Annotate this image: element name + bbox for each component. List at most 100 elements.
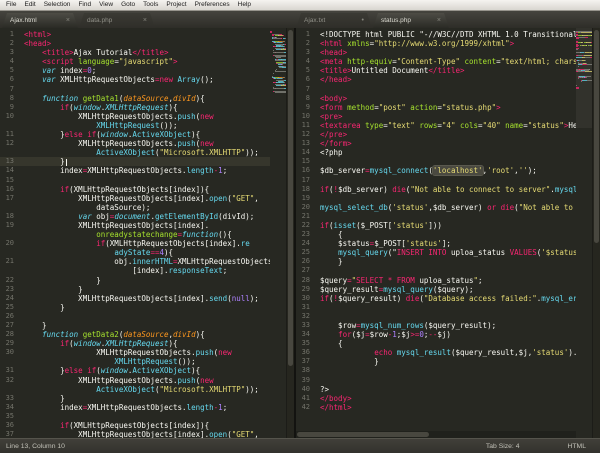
code-line[interactable]: 5<title>Untitled Document</title>	[296, 66, 600, 75]
code-line[interactable]: 31	[296, 303, 600, 312]
menu-item-selection[interactable]: Selection	[40, 0, 75, 10]
code-line[interactable]: 12</pre>	[296, 130, 600, 139]
menu-item-goto[interactable]: Goto	[117, 0, 139, 10]
code-line[interactable]: 7	[0, 85, 294, 94]
code-line[interactable]: 26	[0, 312, 294, 321]
code-line[interactable]: 8<body>	[296, 94, 600, 103]
tab-ajax-txt[interactable]: Ajax.txt•	[296, 13, 372, 28]
syntax-indicator[interactable]: HTML	[567, 443, 586, 450]
code-line[interactable]: 32 XMLHttpRequestObjects.push(new	[0, 376, 294, 385]
code-line[interactable]: 4<meta http-equiv="Content-Type" content…	[296, 57, 600, 66]
code-line[interactable]: 24 XMLHttpRequestObjects[index].send(nul…	[0, 294, 294, 303]
code-line[interactable]: 32	[296, 312, 600, 321]
code-line[interactable]: 14<?php	[296, 148, 600, 157]
code-line[interactable]: 18if(!$db_server) die("Not able to conne…	[296, 185, 600, 194]
code-line[interactable]: 2<html xmlns="http://www.w3.org/1999/xht…	[296, 39, 600, 48]
code-line[interactable]: 29$query_result=mysql_query($query);	[296, 285, 600, 294]
tab-status-php[interactable]: status.php×	[373, 13, 449, 28]
minimap-left[interactable]	[270, 28, 287, 438]
code-line[interactable]: 23 }	[0, 285, 294, 294]
code-line[interactable]: 21	[296, 212, 600, 221]
menu-item-file[interactable]: File	[2, 0, 20, 10]
code-line[interactable]: 6 var XMLHttpRequestObjects=new Array();	[0, 75, 294, 84]
code-line[interactable]: 10 XMLHttpRequestObjects.push(new	[0, 112, 294, 121]
code-line[interactable]: 37 }	[296, 357, 600, 366]
code-line[interactable]: 20mysql_select_db('status',$db_server) o…	[296, 203, 600, 212]
code-line[interactable]: 21 obj.innerHTML=XMLHttpRequestObjects	[0, 257, 294, 266]
code-line[interactable]: 27	[296, 266, 600, 275]
menu-item-edit[interactable]: Edit	[20, 0, 39, 10]
code-line[interactable]: 29 if(window.XMLHttpRequest){	[0, 339, 294, 348]
code-line[interactable]: 17	[296, 176, 600, 185]
code-line[interactable]: XMLHttpRequest());	[0, 121, 294, 130]
code-area-right[interactable]: 1<!DOCTYPE html PUBLIC "-//W3C//DTD XHTM…	[296, 28, 600, 438]
code-line[interactable]: 26 }	[296, 257, 600, 266]
code-line[interactable]: 14 index=XMLHttpRequestObjects.length-1;	[0, 166, 294, 175]
code-line[interactable]: 22if(isset($_POST['status']))	[296, 221, 600, 230]
code-line[interactable]: 9<form method="post" action="status.php"…	[296, 103, 600, 112]
code-line[interactable]: 30if(!$query_result) die("Database acces…	[296, 294, 600, 303]
minimap-right[interactable]	[576, 28, 593, 438]
tab-ajax-html[interactable]: Ajax.html×	[2, 13, 78, 28]
code-line[interactable]: 31 }else if(window.ActiveXObject){	[0, 366, 294, 375]
code-line[interactable]: 19 XMLHttpRequestObjects[index].	[0, 221, 294, 230]
code-line[interactable]: 23 {	[296, 230, 600, 239]
code-line[interactable]: ActiveXObject("Microsoft.XMLHTTP"));	[0, 385, 294, 394]
menu-item-find[interactable]: Find	[74, 0, 95, 10]
code-line[interactable]: 12 XMLHttpRequestObjects.push(new	[0, 139, 294, 148]
code-line[interactable]: 33 $row=mysql_num_rows($query_result);	[296, 321, 600, 330]
tab-data-php[interactable]: data.php×	[79, 13, 155, 28]
code-line[interactable]: 24 $status=$_POST['status'];	[296, 239, 600, 248]
code-line[interactable]: 22 }	[0, 276, 294, 285]
code-line[interactable]: 13 }	[0, 157, 294, 166]
code-line[interactable]: 13</form>	[296, 139, 600, 148]
tab-close-icon[interactable]: ×	[66, 17, 70, 24]
tab-close-icon[interactable]: ×	[143, 17, 147, 24]
code-line[interactable]: 30 XMLHttpRequestObjects.push(new	[0, 348, 294, 357]
code-line[interactable]: XMLHttpRequest());	[0, 357, 294, 366]
menu-item-preferences[interactable]: Preferences	[191, 0, 234, 10]
tab-close-icon[interactable]: ×	[437, 17, 441, 24]
code-line[interactable]: 6</head>	[296, 75, 600, 84]
code-line[interactable]: 42</html>	[296, 403, 600, 412]
code-line[interactable]: 18 var obj=document.getElementById(divId…	[0, 212, 294, 221]
code-line[interactable]: 2<head>	[0, 39, 294, 48]
tab-modified-icon[interactable]: •	[362, 17, 364, 24]
code-line[interactable]: 35	[0, 412, 294, 421]
code-line[interactable]: 36 if(XMLHttpRequestObjects[index]){	[0, 421, 294, 430]
code-line[interactable]: 11<textarea type="text" rows="4" cols="4…	[296, 121, 600, 130]
code-line[interactable]: ActiveXObject("Microsoft.XMLHTTP"));	[0, 148, 294, 157]
code-line[interactable]: 27 }	[0, 321, 294, 330]
code-line[interactable]: 1<!DOCTYPE html PUBLIC "-//W3C//DTD XHTM…	[296, 30, 600, 39]
code-line[interactable]: 38	[296, 366, 600, 375]
code-line[interactable]: 16$db_server=mysql_connect('localhost','…	[296, 166, 600, 175]
menu-item-project[interactable]: Project	[162, 0, 190, 10]
code-line[interactable]: 3 <title>Ajax Tutorial</title>	[0, 48, 294, 57]
code-line[interactable]: 39	[296, 376, 600, 385]
code-line[interactable]: 10<pre>	[296, 112, 600, 121]
code-line[interactable]: dataSource);	[0, 203, 294, 212]
menu-item-tools[interactable]: Tools	[139, 0, 162, 10]
code-line[interactable]: 15	[0, 176, 294, 185]
code-line[interactable]: 37 XMLHttpRequestObjects[index].open("GE…	[0, 430, 294, 438]
code-line[interactable]: 19	[296, 194, 600, 203]
code-line[interactable]: adyState==4){	[0, 248, 294, 257]
code-line[interactable]: 3<head>	[296, 48, 600, 57]
code-line[interactable]: 25 mysql_query("INSERT INTO uploa_status…	[296, 248, 600, 257]
vertical-scrollbar-left[interactable]	[286, 28, 294, 438]
code-line[interactable]: 41</body>	[296, 394, 600, 403]
code-line[interactable]: 20 if(XMLHttpRequestObjects[index].re	[0, 239, 294, 248]
tab-size-indicator[interactable]: Tab Size: 4	[486, 443, 520, 450]
code-area-left[interactable]: 1<html>2<head>3 <title>Ajax Tutorial</ti…	[0, 28, 294, 438]
code-line[interactable]: onreadystatechange=function(){	[0, 230, 294, 239]
vertical-scrollbar-right[interactable]	[592, 28, 600, 438]
scrollbar-thumb[interactable]	[288, 30, 293, 366]
code-line[interactable]: [index].responseText;	[0, 266, 294, 275]
menu-item-help[interactable]: Help	[234, 0, 255, 10]
code-line[interactable]: 11 }else if(window.ActiveXObject){	[0, 130, 294, 139]
code-line[interactable]: 4 <script language="javascript">	[0, 57, 294, 66]
code-line[interactable]: 8 function getData1(dataSource,divId){	[0, 94, 294, 103]
code-line[interactable]: 34 for($j=$row-1;$j>=0;--$j)	[296, 330, 600, 339]
code-line[interactable]: 25 }	[0, 303, 294, 312]
code-line[interactable]: 5 var index=0;	[0, 66, 294, 75]
